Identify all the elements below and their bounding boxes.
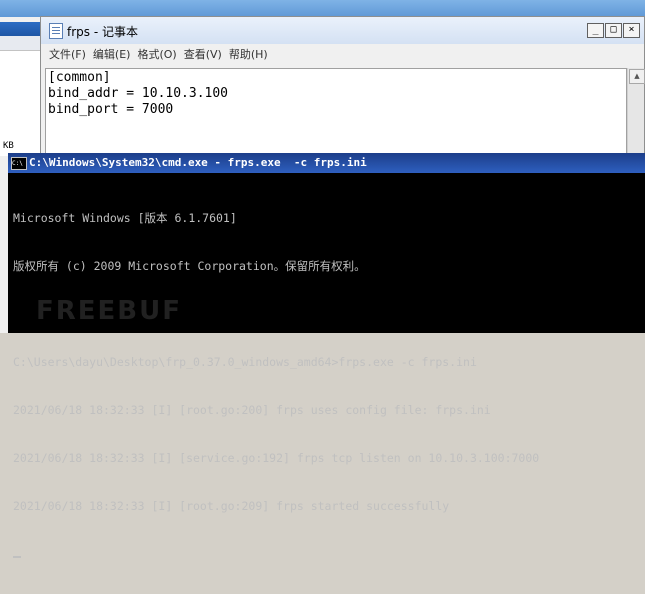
- vertical-scrollbar[interactable]: ▲: [627, 68, 645, 162]
- cmd-icon: C:\: [11, 157, 27, 170]
- notepad-icon: [49, 23, 63, 39]
- cmd-titlebar[interactable]: C:\ C:\Windows\System32\cmd.exe - frps.e…: [8, 153, 645, 173]
- console-line: 2021/06/18 18:32:33 [I] [root.go:200] fr…: [13, 403, 491, 417]
- text-cursor: [13, 556, 21, 558]
- menu-view[interactable]: 查看(V): [184, 46, 222, 62]
- menu-file[interactable]: 文件(F): [49, 46, 86, 62]
- window-controls: _ □ ×: [587, 23, 640, 38]
- scroll-up-arrow-icon[interactable]: ▲: [629, 69, 645, 84]
- minimize-button[interactable]: _: [587, 23, 604, 38]
- console-line: 版权所有 (c) 2009 Microsoft Corporation。保留所有…: [13, 259, 366, 273]
- text-line: bind_addr = 10.10.3.100: [48, 86, 229, 101]
- watermark-logo: FREEBUF: [36, 296, 182, 326]
- menu-help[interactable]: 帮助(H): [229, 46, 268, 62]
- console-line: C:\Users\dayu\Desktop\frp_0.37.0_windows…: [13, 355, 477, 369]
- background-status-text: KB: [3, 141, 14, 151]
- cmd-title: C:\Windows\System32\cmd.exe - frps.exe -…: [29, 156, 367, 169]
- background-window-ribbon: [0, 22, 45, 36]
- menu-format[interactable]: 格式(O): [137, 46, 176, 62]
- notepad-window[interactable]: frps - 记事本 _ □ × 文件(F) 编辑(E) 格式(O) 查看(V)…: [40, 16, 645, 162]
- background-window-toolbar: [0, 36, 45, 51]
- close-button[interactable]: ×: [623, 23, 640, 38]
- text-line: [common]: [48, 70, 111, 85]
- notepad-titlebar[interactable]: frps - 记事本 _ □ ×: [41, 17, 644, 44]
- console-cursor-line: [13, 546, 645, 562]
- maximize-button[interactable]: □: [605, 23, 622, 38]
- console-line: Microsoft Windows [版本 6.1.7601]: [13, 211, 237, 225]
- console-line: 2021/06/18 18:32:33 [I] [service.go:192]…: [13, 451, 540, 465]
- console-line: 2021/06/18 18:32:33 [I] [root.go:209] fr…: [13, 499, 450, 513]
- background-window-titlebar: [0, 0, 645, 17]
- menu-edit[interactable]: 编辑(E): [93, 46, 131, 62]
- notepad-text-area[interactable]: [common] bind_addr = 10.10.3.100 bind_po…: [45, 68, 627, 162]
- menu-bar: 文件(F) 编辑(E) 格式(O) 查看(V) 帮助(H): [49, 46, 268, 62]
- text-line: bind_port = 7000: [48, 102, 174, 117]
- notepad-title: frps - 记事本: [67, 25, 138, 39]
